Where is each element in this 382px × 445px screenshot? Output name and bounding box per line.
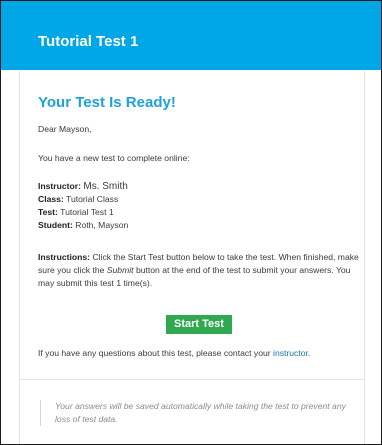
email-header: Tutorial Test 1 xyxy=(1,1,381,70)
footer-divider xyxy=(20,379,364,380)
class-label: Class: xyxy=(38,194,64,204)
instructor-value: Ms. Smith xyxy=(83,181,128,192)
instructor-label: Instructor: xyxy=(38,181,81,191)
contact-end: . xyxy=(307,348,311,358)
start-test-button[interactable]: Start Test xyxy=(166,315,232,334)
student-value: Roth, Mayson xyxy=(75,220,129,230)
autosave-note: Your answers will be saved automatically… xyxy=(40,400,355,426)
student-label: Student: xyxy=(38,220,73,230)
header-title: Tutorial Test 1 xyxy=(38,33,139,50)
contact-paragraph: If you have any questions about this tes… xyxy=(38,347,310,360)
detail-student: Student: Roth, Mayson xyxy=(38,219,128,232)
intro-text: You have a new test to complete online: xyxy=(38,153,190,163)
greeting-text: Dear Mayson, xyxy=(38,124,92,134)
test-details: Instructor: Ms. Smith Class: Tutorial Cl… xyxy=(38,180,128,232)
start-button-container: Start Test xyxy=(38,315,360,334)
instructions-emphasis: Submit xyxy=(106,265,134,275)
detail-class: Class: Tutorial Class xyxy=(38,193,128,206)
instructor-link[interactable]: instructor xyxy=(273,348,308,358)
instructions-paragraph: Instructions: Click the Start Test butto… xyxy=(38,251,360,290)
class-value: Tutorial Class xyxy=(66,194,119,204)
instructions-label: Instructions: xyxy=(38,252,91,262)
email-window: Tutorial Test 1 Your Test Is Ready! Dear… xyxy=(0,0,382,445)
test-label: Test: xyxy=(38,207,58,217)
contact-text: If you have any questions about this tes… xyxy=(38,348,271,358)
detail-instructor: Instructor: Ms. Smith xyxy=(38,180,128,193)
test-value: Tutorial Test 1 xyxy=(60,207,114,217)
email-heading: Your Test Is Ready! xyxy=(38,94,176,111)
detail-test: Test: Tutorial Test 1 xyxy=(38,206,128,219)
email-body-card: Your Test Is Ready! Dear Mayson, You hav… xyxy=(19,70,365,444)
